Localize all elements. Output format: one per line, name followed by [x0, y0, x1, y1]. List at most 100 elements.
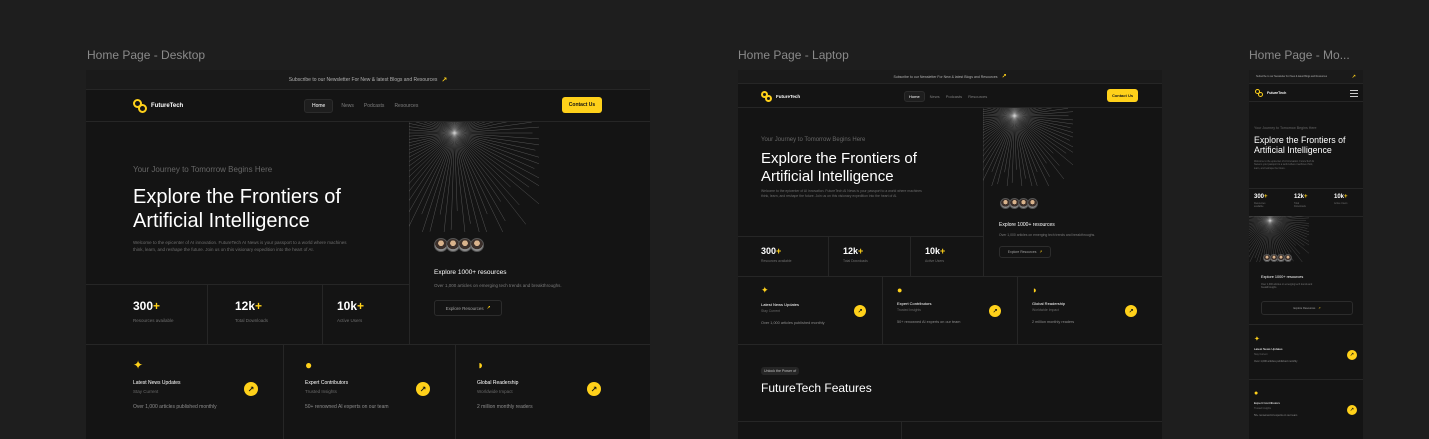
contributors-icon: ●: [1254, 390, 1259, 397]
feature-arrow-button[interactable]: ↗: [989, 305, 1001, 317]
feature-global-readership: ◗ Global Readership Worldwide Impact 2 m…: [1032, 285, 1074, 324]
feature-title: Global Readership: [1032, 301, 1066, 306]
logo[interactable]: FutureTech: [761, 91, 800, 102]
logo-icon: [761, 91, 772, 102]
stat-value: 12k+: [1294, 194, 1308, 200]
feature-description: Over 1,000 articles published monthly: [761, 321, 825, 325]
hero-description: Welcome to the epicenter of AI innovatio…: [1254, 160, 1354, 170]
feature-arrow-button[interactable]: ↗: [1125, 305, 1137, 317]
nav-home[interactable]: Home: [904, 91, 925, 102]
sparkle-icon: ✦: [761, 285, 769, 295]
stats-divider: [828, 236, 829, 276]
hero-title-line1: Explore the Frontiers of: [133, 186, 341, 208]
feature-arrow-button[interactable]: ↗: [244, 382, 258, 396]
stat-resources: 300+ Resources available: [1254, 194, 1268, 208]
nav-resources[interactable]: Resources: [392, 100, 420, 112]
stat-label: Resources available: [133, 318, 174, 323]
explore-resources-button[interactable]: Explore Resources ↗: [434, 300, 502, 316]
contact-button[interactable]: Contact Us: [562, 97, 602, 113]
stat-users: 10k+ Active Users: [1334, 194, 1348, 205]
features-section-title: FutureTech Features: [761, 381, 872, 395]
arrow-up-right-icon: ↗: [1318, 306, 1321, 310]
feature-arrow-button[interactable]: ↗: [587, 382, 601, 396]
newsletter-banner[interactable]: Subscribe to our Newsletter For New & la…: [1249, 70, 1363, 84]
nav-home[interactable]: Home: [304, 99, 334, 113]
nav-resources[interactable]: Resources: [967, 92, 988, 101]
feature-latest-news: ✦ Latest News Updates Stay Current Over …: [1254, 335, 1297, 363]
feature-latest-news: ✦ Latest News Updates Stay Current Over …: [133, 358, 217, 410]
banner-text: Subscribe to our Newsletter For New & la…: [288, 76, 438, 83]
logo-text: FutureTech: [151, 103, 184, 109]
stats-divider: [207, 284, 208, 344]
hero-title-line2: Artificial Intelligence: [1254, 145, 1332, 156]
contact-button[interactable]: Contact Us: [1107, 89, 1138, 102]
stat-label: Active Users: [337, 318, 363, 323]
nav-podcasts[interactable]: Podcasts: [362, 100, 387, 112]
nav-podcasts[interactable]: Podcasts: [945, 92, 963, 101]
newsletter-banner[interactable]: Subscribe to our Newsletter For New & la…: [86, 70, 650, 90]
top-navigation: FutureTech Home News Podcasts Resources …: [86, 90, 650, 122]
feature-arrow-button[interactable]: ↗: [854, 305, 866, 317]
feature-description: Over 1,000 articles published monthly: [133, 404, 217, 410]
top-navigation: FutureTech: [1249, 84, 1363, 102]
feature-subtitle: Stay Current: [1254, 353, 1268, 356]
arrow-up-right-icon: ↗: [1039, 250, 1043, 254]
explore-description: Over 1,000 articles on emerging tech tre…: [999, 233, 1096, 237]
features-bottom-border: [738, 344, 1162, 345]
hero-title: Explore the Frontiers of Artificial Inte…: [133, 186, 398, 233]
frame-label-mobile: Home Page - Mo...: [1249, 48, 1350, 62]
frame-desktop: Subscribe to our Newsletter For New & la…: [86, 70, 650, 439]
stat-value: 10k+: [1334, 194, 1348, 200]
stat-label: Active Users: [925, 259, 945, 263]
frame-label-desktop: Home Page - Desktop: [87, 48, 206, 62]
feature-description: 2 million monthly readers: [1032, 320, 1075, 324]
stat-value: 12k+: [235, 299, 263, 313]
feature-subtitle: Trusted Insights: [1254, 407, 1271, 410]
features-divider: [882, 276, 883, 344]
nav-news[interactable]: News: [929, 92, 941, 101]
feature-subtitle: Worldwide Impact: [477, 389, 513, 394]
feature-subtitle: Trusted Insights: [897, 308, 921, 312]
newsletter-banner[interactable]: Subscribe to our Newsletter For New & la…: [738, 70, 1162, 84]
arrow-up-right-icon: ↗: [1351, 73, 1356, 80]
logo[interactable]: FutureTech: [133, 99, 183, 113]
stat-downloads: 12k+ Total Downloads: [235, 299, 268, 323]
feature-arrow-button[interactable]: ↗: [1347, 350, 1357, 360]
frame-label-laptop: Home Page - Laptop: [738, 48, 849, 62]
menu-icon[interactable]: [1350, 90, 1358, 99]
nav-news[interactable]: News: [339, 100, 356, 112]
logo-icon: [1255, 89, 1263, 97]
explore-description: Over 1,000 articles on emerging tech tre…: [434, 283, 562, 288]
ray-burst-graphic: [983, 108, 1073, 186]
feature-title: Latest News Updates: [133, 380, 181, 386]
hero-eyebrow: Your Journey to Tomorrow Begins Here: [761, 137, 866, 143]
stat-label: Resources available: [761, 259, 792, 263]
hero-eyebrow: Your Journey to Tomorrow Begins Here: [1254, 126, 1317, 130]
explore-button-label: Explore Resources: [1007, 250, 1037, 254]
contributors-icon: ●: [305, 358, 313, 372]
contributors-icon: ●: [897, 285, 903, 295]
feature-arrow-button[interactable]: ↗: [1347, 405, 1357, 415]
avatar-group: [1000, 198, 1038, 209]
logo-icon: [133, 99, 147, 113]
explore-resources-button[interactable]: Explore Resources ↗: [999, 246, 1051, 258]
globe-leaf-icon: ◗: [1032, 285, 1038, 295]
feature-title: Latest News Updates: [761, 302, 800, 307]
stat-users: 10k+ Active Users: [337, 299, 364, 323]
explore-resources-button[interactable]: Explore Resources ↗: [1261, 301, 1353, 315]
avatar: [1284, 254, 1292, 262]
stat-label: Total Downloads: [235, 318, 269, 323]
avatar-group: [1263, 254, 1292, 262]
explore-button-label: Explore Resources: [445, 305, 484, 311]
stat-value: 10k+: [925, 246, 946, 256]
logo[interactable]: FutureTech: [1255, 89, 1286, 97]
frame-laptop: Subscribe to our Newsletter For New & la…: [738, 70, 1162, 439]
section-bottom-border: [738, 421, 1162, 422]
sparkle-icon: ✦: [133, 358, 144, 372]
arrow-up-right-icon: ↗: [486, 305, 491, 310]
stat-label: Total Downloads: [1294, 202, 1306, 208]
stats-divider: [322, 284, 323, 344]
nav-links: Home News Podcasts Resources: [904, 91, 988, 102]
feature-arrow-button[interactable]: ↗: [416, 382, 430, 396]
explore-button-label: Explore Resources: [1293, 306, 1316, 310]
